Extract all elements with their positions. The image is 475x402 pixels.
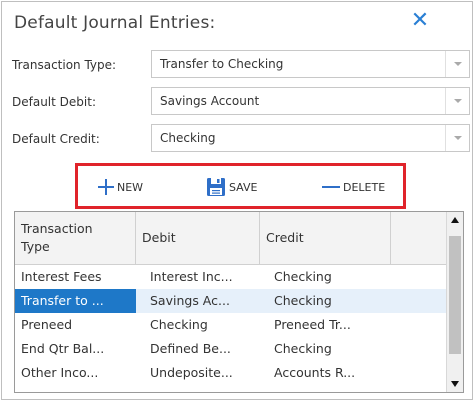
column-header-transaction-type[interactable]: Transaction Type: [15, 212, 136, 265]
default-credit-select[interactable]: Checking: [151, 124, 470, 152]
floppy-disk-icon: [207, 178, 225, 196]
dialog-title: Default Journal Entries:: [14, 13, 216, 33]
transaction-type-value: Transfer to Checking: [160, 57, 284, 71]
default-debit-label: Default Debit:: [12, 95, 96, 109]
transaction-type-label: Transaction Type:: [12, 58, 117, 72]
cell-transaction-type: Interest Fees: [21, 269, 102, 284]
table-row-selected[interactable]: Transfer to ... Savings Ac... Checking: [15, 289, 446, 313]
cell-debit: Defined Be...: [150, 341, 231, 356]
chevron-down-icon: [454, 136, 462, 140]
cell-transaction-type: End Qtr Bal...: [21, 341, 105, 356]
delete-button[interactable]: DELETE: [322, 176, 385, 198]
cell-credit: Checking: [274, 269, 332, 284]
cell-debit: Interest Inc...: [150, 269, 233, 284]
default-credit-label: Default Credit:: [12, 132, 100, 146]
close-icon[interactable]: ✕: [409, 10, 431, 32]
cell-transaction-type: Transfer to ...: [15, 289, 136, 313]
default-debit-row: Default Debit: Savings Account: [12, 87, 472, 117]
column-header-debit[interactable]: Debit: [136, 212, 260, 265]
dropdown-button[interactable]: [445, 88, 469, 114]
new-button[interactable]: NEW: [98, 176, 143, 198]
cell-debit: Undeposite...: [150, 365, 233, 380]
default-debit-select[interactable]: Savings Account: [151, 87, 470, 115]
scroll-down-button[interactable]: [447, 376, 463, 392]
arrow-up-icon: [451, 217, 459, 223]
delete-button-label: DELETE: [343, 180, 386, 194]
minus-icon: [322, 179, 340, 195]
transaction-type-select[interactable]: Transfer to Checking: [151, 50, 470, 78]
scrollbar-thumb[interactable]: [449, 236, 461, 354]
column-header-label: Credit: [266, 230, 304, 245]
dropdown-button[interactable]: [445, 51, 469, 77]
column-header-label: Debit: [142, 230, 176, 245]
cell-transaction-type: Preneed: [21, 317, 73, 332]
default-credit-value: Checking: [160, 131, 216, 145]
table-row[interactable]: Preneed Checking Preneed Tr...: [15, 313, 446, 337]
cell-debit: Savings Ac...: [150, 293, 230, 308]
vertical-scrollbar[interactable]: [446, 212, 463, 392]
plus-icon: [98, 179, 114, 195]
default-credit-row: Default Credit: Checking: [12, 124, 472, 154]
cell-debit: Checking: [150, 317, 208, 332]
journal-entries-grid: Transaction Type Debit Credit Interest F…: [14, 211, 464, 393]
arrow-down-icon: [451, 381, 459, 387]
save-button-label: SAVE: [229, 180, 258, 194]
default-journal-entries-dialog: Default Journal Entries: ✕ Transaction T…: [1, 1, 473, 400]
dropdown-button[interactable]: [445, 125, 469, 151]
default-debit-value: Savings Account: [160, 94, 260, 108]
cell-credit: Preneed Tr...: [274, 317, 351, 332]
cell-credit: Accounts R...: [274, 365, 356, 380]
column-header-label: Transaction Type: [21, 221, 93, 254]
grid-header: Transaction Type Debit Credit: [15, 212, 446, 265]
toolbar: NEW SAVE DELETE: [75, 163, 406, 209]
cell-credit: Checking: [274, 293, 332, 308]
column-header-credit[interactable]: Credit: [260, 212, 391, 265]
chevron-down-icon: [454, 99, 462, 103]
scroll-up-button[interactable]: [447, 212, 463, 228]
save-button[interactable]: SAVE: [206, 176, 257, 198]
table-row[interactable]: Other Inco... Undeposite... Accounts R..…: [15, 361, 446, 385]
new-button-label: NEW: [117, 180, 144, 194]
table-row[interactable]: Interest Fees Interest Inc... Checking: [15, 265, 446, 289]
cell-transaction-type: Other Inco...: [21, 365, 99, 380]
table-row[interactable]: End Qtr Bal... Defined Be... Checking: [15, 337, 446, 361]
transaction-type-row: Transaction Type: Transfer to Checking: [12, 50, 472, 80]
chevron-down-icon: [454, 62, 462, 66]
cell-credit: Checking: [274, 341, 332, 356]
